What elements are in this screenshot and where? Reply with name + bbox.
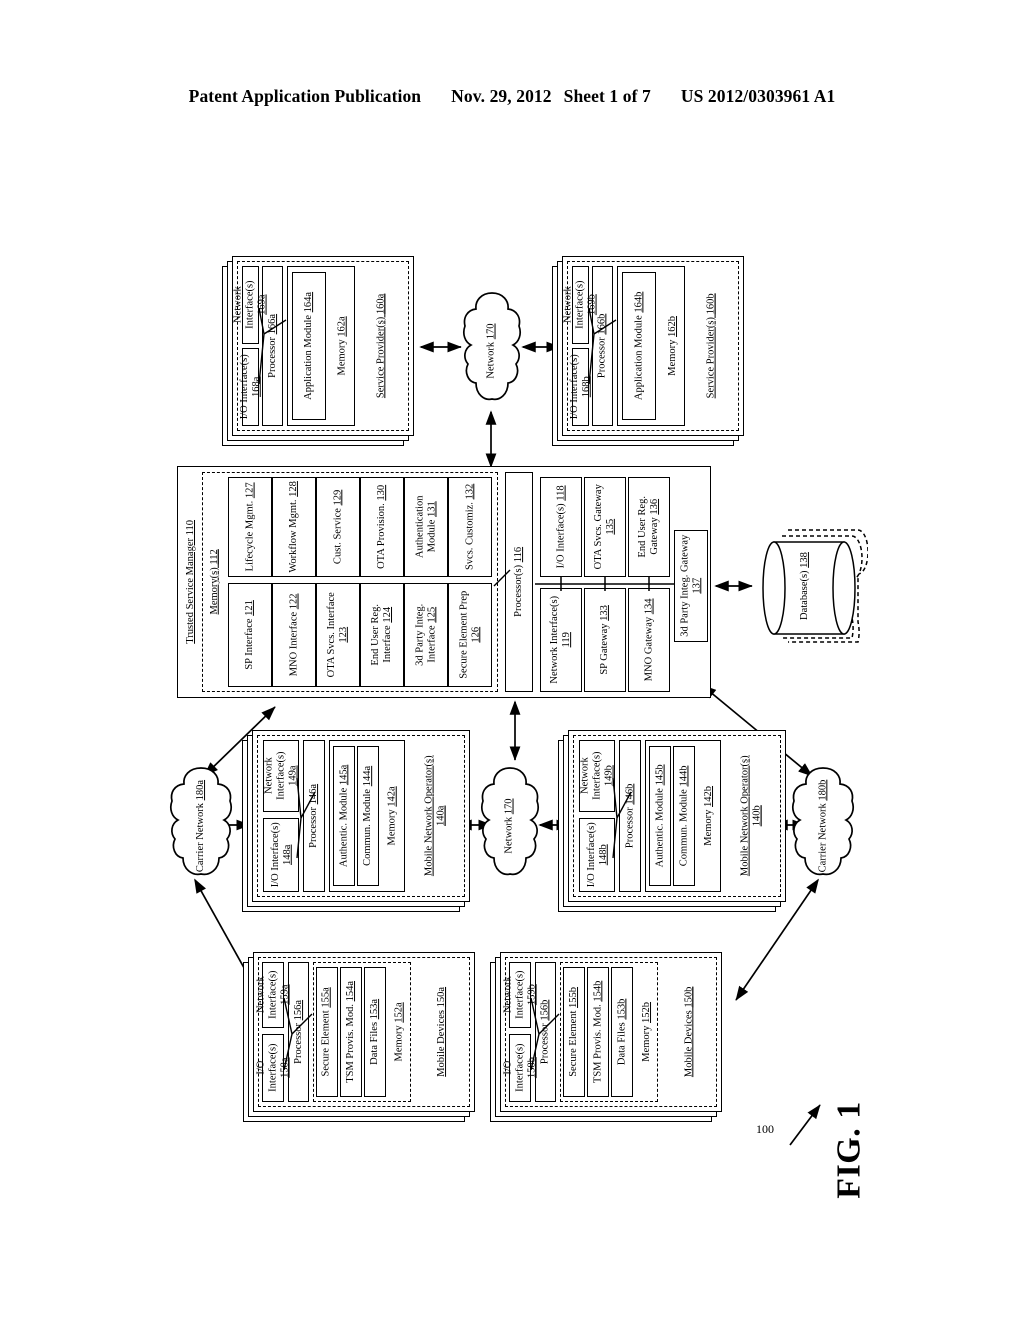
tsm-memory-label: Memory(s) 112 [209,549,221,615]
tsm-module-sp-interface: SP Interface 121 [228,583,272,687]
database-138-cylinder: Database(s) 138 [758,522,868,650]
tsm-module-3d-party-integ-interface: 3d Party Integ. Interface 125 [404,583,448,687]
carrier-network-180b-cloud: Carrier Network 180b [790,765,856,887]
md-150b-tsm-provis-mod: TSM Provis. Mod. 154b [587,967,609,1097]
tsm-end-user-reg-gateway: End User Reg. Gateway 136 [628,477,670,577]
network-170-middle-cloud: Network 170 [479,765,541,887]
figure-diagram: Service Provider(s) 160a Memory 162a App… [0,0,1024,1320]
tsm-module-mno-interface: MNO Interface 122 [272,583,316,687]
tsm-mno-gateway: MNO Gateway 134 [628,588,670,692]
tsm-3d-party-integ-gateway: 3d Party Integ. Gateway 137 [674,530,708,642]
mno-140b-internal-links [612,777,632,859]
tsm-io-interface: I/O Interface(s) 118 [540,477,582,577]
carrier-network-180a-label: Carrier Network 180a [194,779,206,873]
tsm-module-workflow-mgmt: Workflow Mgmt. 128 [272,477,316,577]
sp-160b-internal-links [588,307,617,385]
md-150b-secure-element: Secure Element 155b [563,967,585,1097]
tsm-module-ota-svcs-interface: OTA Svcs. Interface 123 [316,583,360,687]
md-150a-secure-element: Secure Element 155a [316,967,338,1097]
sp-160a-internal-links [258,307,287,385]
md-150a-internal-links [283,997,313,1071]
mno-140a-internal-links [296,777,316,859]
mno-140a-memory-label: Memory 142a [387,786,399,846]
tsm-module-authentication: Authentication Module 131 [404,477,448,577]
md-150a-data-files: Data Files 153a [364,967,386,1097]
mno-140b-memory-label: Memory 142b [703,786,715,846]
tsm-module-ota-provision: OTA Provision. 130 [360,477,404,577]
md-150b-data-files: Data Files 153b [611,967,633,1097]
tsm-network-interface: Network Interface(s) 119 [540,588,582,692]
tsm-sp-gateway: SP Gateway 133 [584,588,626,692]
sp-160b-title: Service Provider(s) 160b [705,293,717,399]
database-138-label: Database(s) 138 [798,552,810,620]
mno-140b-authentic-module: Authentic. Module 145b [649,746,671,886]
mno-140b-commun-module: Commun. Module 144b [673,746,695,886]
tsm-ota-svcs-gateway: OTA Svcs. Gateway 135 [584,477,626,577]
network-170-top-label: Network 170 [485,323,497,379]
sp-160a-memory-label: Memory 162a [337,316,349,376]
mno-140b-title: Mobile Network Operator(s) 140b [739,755,762,877]
tsm-title: Trusted Service Manager 110 [185,520,197,644]
network-170-middle-label: Network 170 [503,798,515,854]
tsm-module-lifecycle-mgmt: Lifecycle Mgmt. 127 [228,477,272,577]
md-150b-title: Mobile Devices 150b [683,986,695,1078]
figure-label: FIG. 1 [830,1101,868,1199]
carrier-network-180a-cloud: Carrier Network 180a [168,765,234,887]
md-150a-tsm-provis-mod: TSM Provis. Mod. 154a [340,967,362,1097]
mno-140a-title: Mobile Network Operator(s) 140a [423,755,446,877]
tsm-processor-memory-link [493,569,511,587]
tsm-module-cust-service: Cust. Service 129 [316,477,360,577]
tsm-module-end-user-reg-interface: End User Reg. Interface 124 [360,583,404,687]
md-150b-memory-label: Memory 152b [641,1002,653,1062]
md-150b-internal-links [530,997,560,1071]
sp-160b-memory-label: Memory 162b [667,316,679,376]
network-170-top-cloud: Network 170 [461,290,523,412]
sp-160a-title: Service Provider(s) 160a [375,293,387,399]
md-150a-memory-label: Memory 152a [394,1002,406,1062]
mno-140a-commun-module: Commun. Module 144a [357,746,379,886]
mno-140a-authentic-module: Authentic. Module 145a [333,746,355,886]
carrier-network-180b-label: Carrier Network 180b [816,779,828,873]
tsm-module-svcs-customiz: Svcs. Customiz. 132 [448,477,492,577]
md-150a-title: Mobile Devices 150a [436,987,448,1077]
tsm-interface-bus [535,577,676,591]
tsm-module-secure-element-prep: Secure Element Prep 126 [448,583,492,687]
